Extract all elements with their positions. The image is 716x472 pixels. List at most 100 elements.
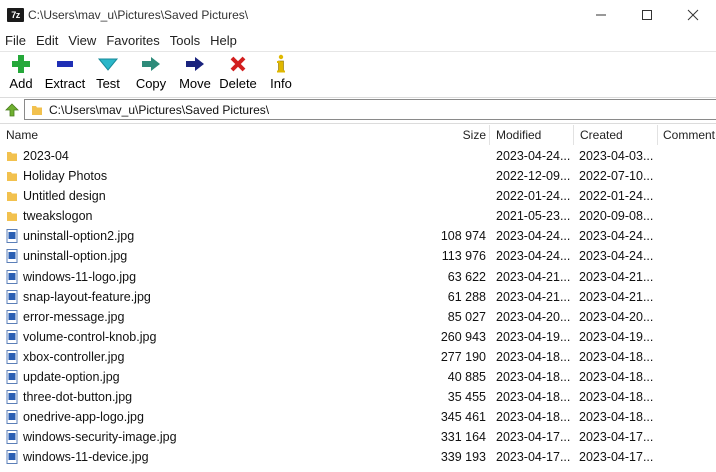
column-name-label: Name <box>6 128 39 142</box>
image-file-icon <box>6 450 18 465</box>
column-created[interactable]: Created <box>573 125 657 145</box>
image-file-icon <box>6 309 18 324</box>
file-created: 2023-04-17... <box>579 450 654 465</box>
up-arrow-icon <box>5 103 19 117</box>
file-size: 331 164 <box>440 430 486 445</box>
list-item[interactable]: tweakslogon 2021-05-23... 2020-09-08... <box>0 206 716 226</box>
folder-icon <box>7 212 17 222</box>
list-item[interactable]: snap-layout-feature.jpg 61 288 2023-04-21.… <box>0 287 716 307</box>
file-created: 2023-04-18... <box>579 370 654 385</box>
test-check-icon <box>97 58 119 71</box>
move-button[interactable]: Move <box>178 54 212 96</box>
list-item[interactable]: windows-11-device.jpg 339 193 2023-04-17..… <box>0 447 716 467</box>
file-size: 40 885 <box>447 370 486 385</box>
menu-tools[interactable]: Tools <box>165 33 205 48</box>
test-button[interactable]: Test <box>95 54 121 96</box>
file-modified: 2023-04-18... <box>496 390 571 405</box>
file-name: uninstall-option2.jpg <box>23 229 135 244</box>
image-file-icon <box>6 269 18 284</box>
file-size <box>406 166 486 186</box>
delete-button[interactable]: Delete <box>219 54 257 96</box>
file-name: uninstall-option.jpg <box>23 249 128 264</box>
list-item[interactable]: three-dot-button.jpg 35 455 2023-04-18... 2… <box>0 387 716 407</box>
file-size: 61 288 <box>447 289 486 304</box>
file-name-cell: error-message.jpg <box>6 307 406 327</box>
list-item[interactable]: error-message.jpg 85 027 2023-04-20... 2023… <box>0 307 716 327</box>
column-size[interactable]: Size <box>406 125 489 145</box>
copy-button[interactable]: Copy <box>135 54 167 96</box>
file-name-cell: three-dot-button.jpg <box>6 387 406 407</box>
list-item[interactable]: uninstall-option.jpg 113 976 2023-04-24...… <box>0 246 716 266</box>
menu-bar: File Edit View Favorites Tools Help <box>0 30 716 50</box>
info-button[interactable]: Info <box>268 54 294 96</box>
extract-button[interactable]: Extract <box>45 54 85 96</box>
file-type-icon <box>6 249 18 264</box>
image-file-icon <box>6 370 18 385</box>
up-folder-button[interactable] <box>0 98 24 122</box>
menu-file[interactable]: File <box>0 33 31 48</box>
file-size: 345 461 <box>440 410 486 425</box>
file-size <box>406 146 486 166</box>
file-name-cell: windows-11-device.jpg <box>6 447 406 467</box>
list-item[interactable]: Holiday Photos 2022-12-09... 2022-07-10... <box>0 166 716 186</box>
file-name: snap-layout-feature.jpg <box>23 289 151 304</box>
maximize-button[interactable] <box>624 0 670 30</box>
file-name: volume-control-knob.jpg <box>23 329 157 344</box>
list-item[interactable]: windows-security-image.jpg 331 164 2023-04… <box>0 427 716 447</box>
address-input[interactable]: C:\Users\mav_u\Pictures\Saved Pictures\ <box>24 99 716 120</box>
file-name: 2023-04 <box>23 149 69 163</box>
minimize-button[interactable] <box>578 0 624 30</box>
file-type-icon <box>6 309 18 324</box>
add-label: Add <box>9 76 33 91</box>
app-icon: 7z <box>7 8 24 22</box>
file-modified: 2023-04-18... <box>496 349 571 364</box>
list-item[interactable]: onedrive-app-logo.jpg 345 461 2023-04-18..… <box>0 407 716 427</box>
file-name-cell: Holiday Photos <box>6 166 406 186</box>
menu-view[interactable]: View <box>63 33 101 48</box>
file-type-icon <box>6 210 18 222</box>
toolbar: Add Extract Test Copy Move Delete Info <box>0 51 716 98</box>
file-type-icon <box>6 289 18 304</box>
minimize-icon <box>596 14 606 16</box>
column-comment[interactable]: Comment <box>657 125 716 145</box>
file-type-icon <box>6 450 18 465</box>
list-item[interactable]: uninstall-option2.jpg 108 974 2023-04-24..… <box>0 226 716 246</box>
file-size: 277 190 <box>440 349 486 364</box>
file-type-icon <box>6 170 18 182</box>
file-name: xbox-controller.jpg <box>23 349 125 364</box>
close-button[interactable] <box>670 0 716 30</box>
info-label: Info <box>270 76 292 91</box>
move-label: Move <box>179 76 211 91</box>
column-name[interactable]: Name <box>0 125 406 145</box>
file-modified: 2022-01-24... <box>496 189 571 204</box>
column-modified-label: Modified <box>496 128 542 142</box>
list-item[interactable]: 2023-04 2023-04-24... 2023-04-03... <box>0 146 716 166</box>
menu-help[interactable]: Help <box>205 33 242 48</box>
image-file-icon <box>6 289 18 304</box>
file-name-cell: windows-security-image.jpg <box>6 427 406 447</box>
list-item[interactable]: Untitled design 2022-01-24... 2022-01-24..… <box>0 186 716 206</box>
file-modified: 2023-04-19... <box>496 329 571 344</box>
file-modified: 2021-05-23... <box>496 209 571 224</box>
list-item[interactable]: volume-control-knob.jpg 260 943 2023-04-19… <box>0 327 716 347</box>
file-created: 2023-04-18... <box>579 410 654 425</box>
menu-favorites[interactable]: Favorites <box>101 33 164 48</box>
file-modified: 2022-12-09... <box>496 169 571 184</box>
move-arrow-icon <box>186 57 204 71</box>
list-item[interactable]: update-option.jpg 40 885 2023-04-18... 2023… <box>0 367 716 387</box>
file-name: windows-security-image.jpg <box>23 430 177 445</box>
file-name: update-option.jpg <box>23 370 120 385</box>
list-item[interactable]: xbox-controller.jpg 277 190 2023-04-18... 2… <box>0 347 716 367</box>
file-name: Holiday Photos <box>23 169 108 184</box>
file-created: 2023-04-24... <box>579 249 654 264</box>
add-button[interactable]: Add <box>8 54 34 96</box>
maximize-icon <box>642 10 652 20</box>
file-created: 2023-04-19... <box>579 329 654 344</box>
menu-edit[interactable]: Edit <box>31 33 63 48</box>
file-size: 260 943 <box>440 329 486 344</box>
file-created: 2023-04-03... <box>579 149 654 163</box>
column-modified[interactable]: Modified <box>489 125 573 145</box>
file-type-icon <box>6 430 18 445</box>
file-modified: 2023-04-17... <box>496 450 571 465</box>
list-item[interactable]: windows-11-logo.jpg 63 622 2023-04-21... 20… <box>0 267 716 287</box>
